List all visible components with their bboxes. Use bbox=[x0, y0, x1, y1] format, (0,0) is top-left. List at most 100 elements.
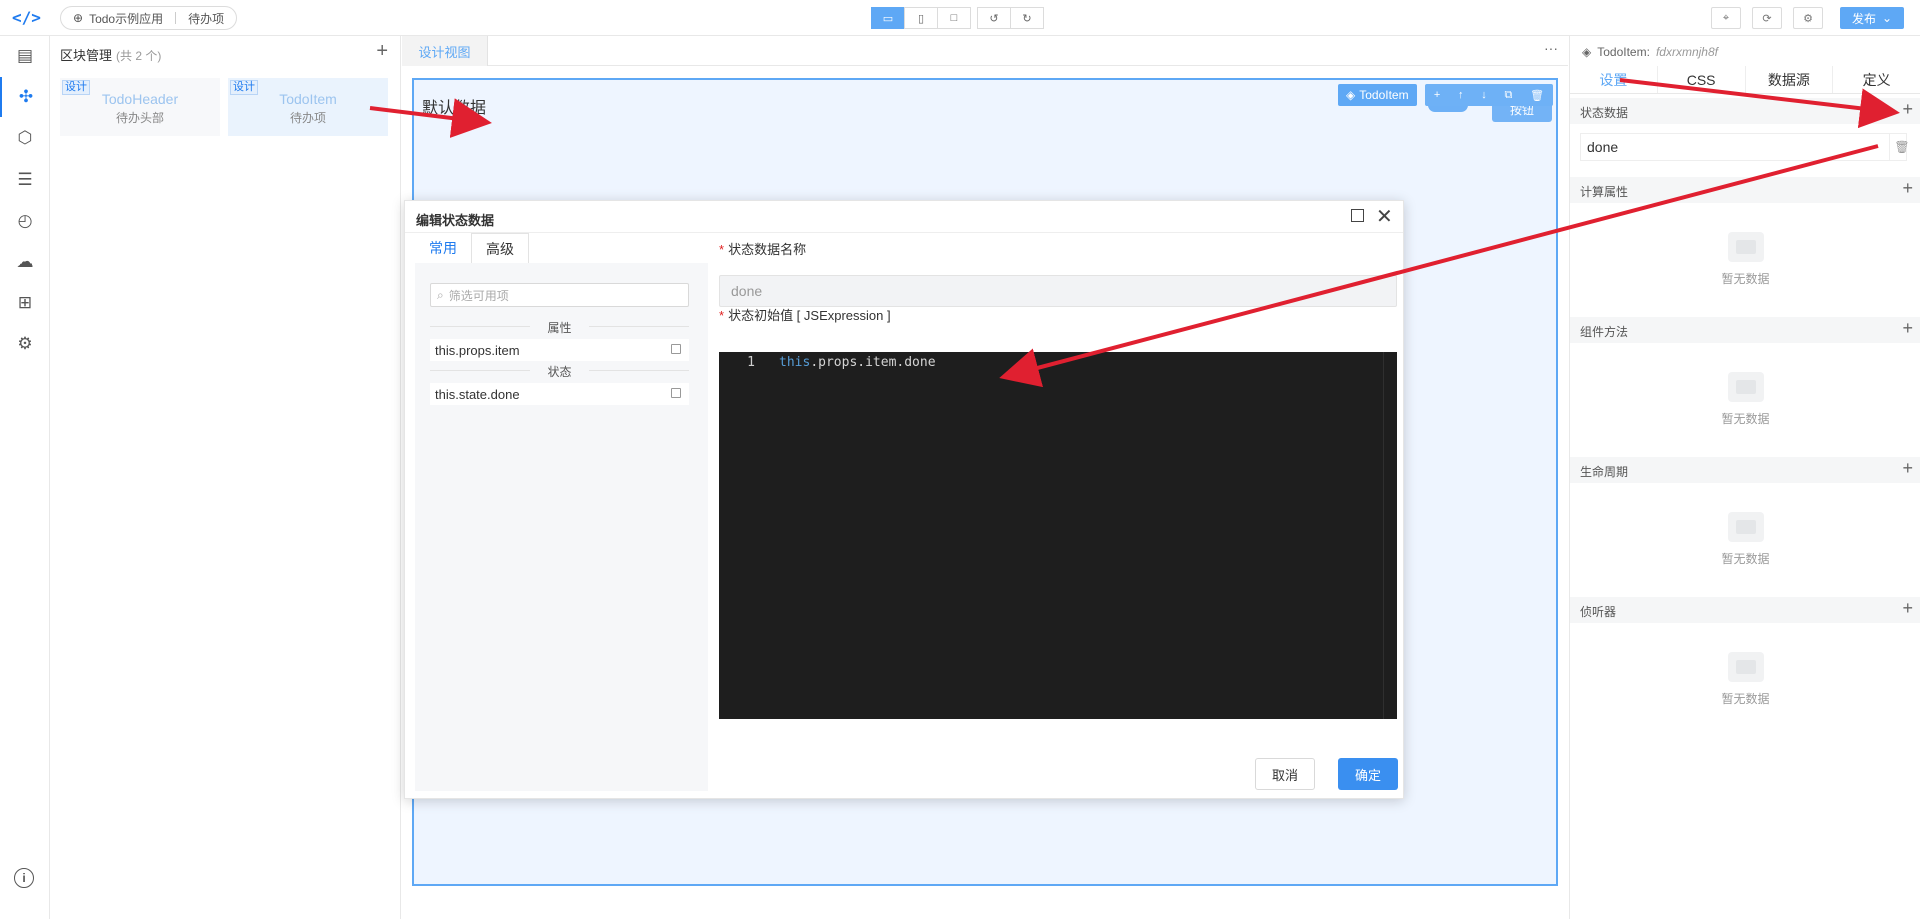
insert-icon[interactable] bbox=[671, 344, 681, 354]
dialog-tabs: 常用 高级 bbox=[415, 233, 529, 263]
tab-definition[interactable]: 定义 bbox=[1833, 66, 1920, 93]
filter-placeholder: 筛选可用项 bbox=[448, 288, 509, 303]
gear-icon[interactable]: ⚙ bbox=[1793, 7, 1823, 29]
edit-state-dialog: 编辑状态数据 ✕ 常用 高级 ⌕ 筛选可用项 属性 this.props.ite… bbox=[404, 200, 1404, 799]
inspect-icon[interactable]: ⌖ bbox=[1711, 7, 1741, 29]
maximize-icon[interactable] bbox=[1351, 209, 1364, 222]
empty-state: 暂无数据 bbox=[1570, 512, 1920, 567]
list-item[interactable]: this.state.done bbox=[430, 383, 689, 405]
puzzle-icon[interactable]: ✣ bbox=[0, 77, 50, 117]
history-icon[interactable]: ◴ bbox=[0, 201, 50, 241]
section-state: 状态数据 + bbox=[1570, 98, 1920, 124]
code-line: 1 this.props.item.done bbox=[719, 353, 936, 372]
more-icon[interactable]: ··· bbox=[1544, 40, 1558, 56]
block-count: (共 2 个) bbox=[116, 49, 162, 63]
default-data-text[interactable]: 默认数据 bbox=[422, 94, 486, 118]
delete-icon[interactable]: 🗑 bbox=[1530, 89, 1544, 102]
line-number: 1 bbox=[747, 355, 755, 370]
tab-common[interactable]: 常用 bbox=[415, 233, 471, 263]
add-method-icon[interactable]: + bbox=[1902, 318, 1913, 339]
section-methods: 组件方法 + bbox=[1570, 317, 1920, 343]
available-items-list: ⌕ 筛选可用项 属性 this.props.item 状态 this.state… bbox=[415, 263, 708, 791]
empty-text: 暂无数据 bbox=[1721, 272, 1770, 286]
add-block-icon[interactable]: + bbox=[376, 40, 388, 63]
empty-box-icon bbox=[1727, 232, 1764, 262]
section-lifecycle: 生命周期 + bbox=[1570, 457, 1920, 483]
block-tag: 设计 bbox=[230, 80, 258, 95]
add-lifecycle-icon[interactable]: + bbox=[1902, 458, 1913, 479]
block-management-panel: 区块管理 (共 2 个) + 设计 TodoHeader 待办头部 设计 Todo… bbox=[50, 36, 401, 919]
phone-icon[interactable]: ▯ bbox=[904, 7, 938, 29]
dialog-header: 编辑状态数据 ✕ bbox=[405, 201, 1403, 233]
empty-state: 暂无数据 bbox=[1570, 232, 1920, 287]
editor-scrollbar[interactable] bbox=[1383, 352, 1397, 719]
chevron-down-icon: ⌄ bbox=[1881, 11, 1893, 25]
component-label[interactable]: ◈ TodoItem bbox=[1338, 84, 1417, 106]
cancel-button[interactable]: 取消 bbox=[1255, 758, 1315, 790]
layers-icon: ◈ bbox=[1582, 45, 1592, 59]
tablet-icon[interactable]: □ bbox=[937, 7, 971, 29]
state-item[interactable]: done 🗑 bbox=[1580, 133, 1910, 161]
block-desc: 待办头部 bbox=[115, 111, 164, 125]
add-icon[interactable]: + bbox=[1434, 89, 1440, 101]
gear-icon[interactable]: ⚙ bbox=[0, 324, 50, 364]
cube-icon[interactable]: ⬡ bbox=[0, 118, 50, 158]
required-mark: * bbox=[719, 308, 725, 323]
settings-tabs: 设置 CSS 数据源 定义 bbox=[1570, 66, 1920, 94]
confirm-button[interactable]: 确定 bbox=[1338, 758, 1398, 790]
logo-icon[interactable]: </> bbox=[12, 8, 41, 28]
add-state-icon[interactable]: + bbox=[1902, 99, 1913, 120]
refresh-icon[interactable]: ⟳ bbox=[1752, 7, 1782, 29]
publish-button[interactable]: 发布 ⌄ bbox=[1840, 7, 1904, 29]
info-icon[interactable]: i bbox=[14, 868, 34, 888]
cloud-api-icon[interactable]: ☁ bbox=[0, 242, 50, 282]
page-name: 待办项 bbox=[188, 11, 225, 26]
block-card-todoheader[interactable]: 设计 TodoHeader 待办头部 bbox=[60, 78, 220, 136]
section-title: 生命周期 bbox=[1580, 465, 1629, 479]
block-desc: 待办项 bbox=[289, 111, 326, 125]
empty-text: 暂无数据 bbox=[1721, 692, 1770, 706]
tab-settings[interactable]: 设置 bbox=[1570, 66, 1658, 93]
pages-icon[interactable]: ▤ bbox=[0, 36, 50, 76]
insert-icon[interactable] bbox=[671, 388, 681, 398]
init-label-text: 状态初始值 [ JSExpression ] bbox=[728, 308, 891, 323]
empty-box-icon bbox=[1727, 652, 1764, 682]
filter-input[interactable]: ⌕ 筛选可用项 bbox=[430, 283, 689, 307]
delete-icon[interactable]: 🗑 bbox=[1889, 134, 1914, 160]
breadcrumb[interactable]: ⊕ Todo示例应用 待办项 bbox=[60, 6, 238, 30]
add-computed-icon[interactable]: + bbox=[1902, 178, 1913, 199]
redo-icon[interactable]: ↻ bbox=[1010, 7, 1044, 29]
code-rest: .props.item.done bbox=[810, 355, 936, 370]
section-title: 计算属性 bbox=[1580, 185, 1629, 199]
history-controls: ↺ ↻ bbox=[977, 7, 1044, 29]
settings-panel: ◈ TodoItem: fdxrxmnjh8f 设置 CSS 数据源 定义 状态… bbox=[1569, 36, 1920, 919]
block-tag: 设计 bbox=[62, 80, 90, 95]
app-name: Todo示例应用 bbox=[89, 11, 164, 26]
arrow-down-icon[interactable]: ↓ bbox=[1481, 89, 1487, 101]
outline-icon[interactable]: ☰ bbox=[0, 160, 50, 200]
tab-advanced[interactable]: 高级 bbox=[471, 233, 529, 263]
component-label-text: TodoItem bbox=[1359, 88, 1409, 102]
list-item-label: this.props.item bbox=[435, 342, 520, 358]
empty-state: 暂无数据 bbox=[1570, 372, 1920, 427]
copy-icon[interactable]: ⧉ bbox=[1505, 89, 1513, 102]
left-rail: ▤ ✣ ⬡ ☰ ◴ ☁ ⊞ ⚙ i bbox=[0, 36, 50, 919]
code-editor[interactable]: 1 this.props.item.done bbox=[719, 352, 1397, 719]
add-watcher-icon[interactable]: + bbox=[1902, 598, 1913, 619]
block-card-todoitem[interactable]: 设计 TodoItem 待办项 bbox=[228, 78, 388, 136]
arrow-up-icon[interactable]: ↑ bbox=[1458, 89, 1464, 101]
search-icon: ⌕ bbox=[437, 287, 444, 302]
available-items-pane: 常用 高级 ⌕ 筛选可用项 属性 this.props.item 状态 this… bbox=[415, 233, 708, 791]
desktop-icon[interactable]: ▭ bbox=[871, 7, 905, 29]
undo-icon[interactable]: ↺ bbox=[977, 7, 1011, 29]
apps-icon[interactable]: ⊞ bbox=[0, 283, 50, 323]
component-id: fdxrxmnjh8f bbox=[1655, 45, 1718, 59]
tab-css[interactable]: CSS bbox=[1658, 66, 1746, 93]
tab-design-view[interactable]: 设计视图 bbox=[402, 36, 488, 66]
tab-datasource[interactable]: 数据源 bbox=[1746, 66, 1834, 93]
empty-state: 暂无数据 bbox=[1570, 652, 1920, 707]
list-item[interactable]: this.props.item bbox=[430, 339, 689, 361]
empty-text: 暂无数据 bbox=[1721, 552, 1770, 566]
close-icon[interactable]: ✕ bbox=[1376, 204, 1393, 229]
state-name-input[interactable]: done bbox=[719, 275, 1397, 307]
